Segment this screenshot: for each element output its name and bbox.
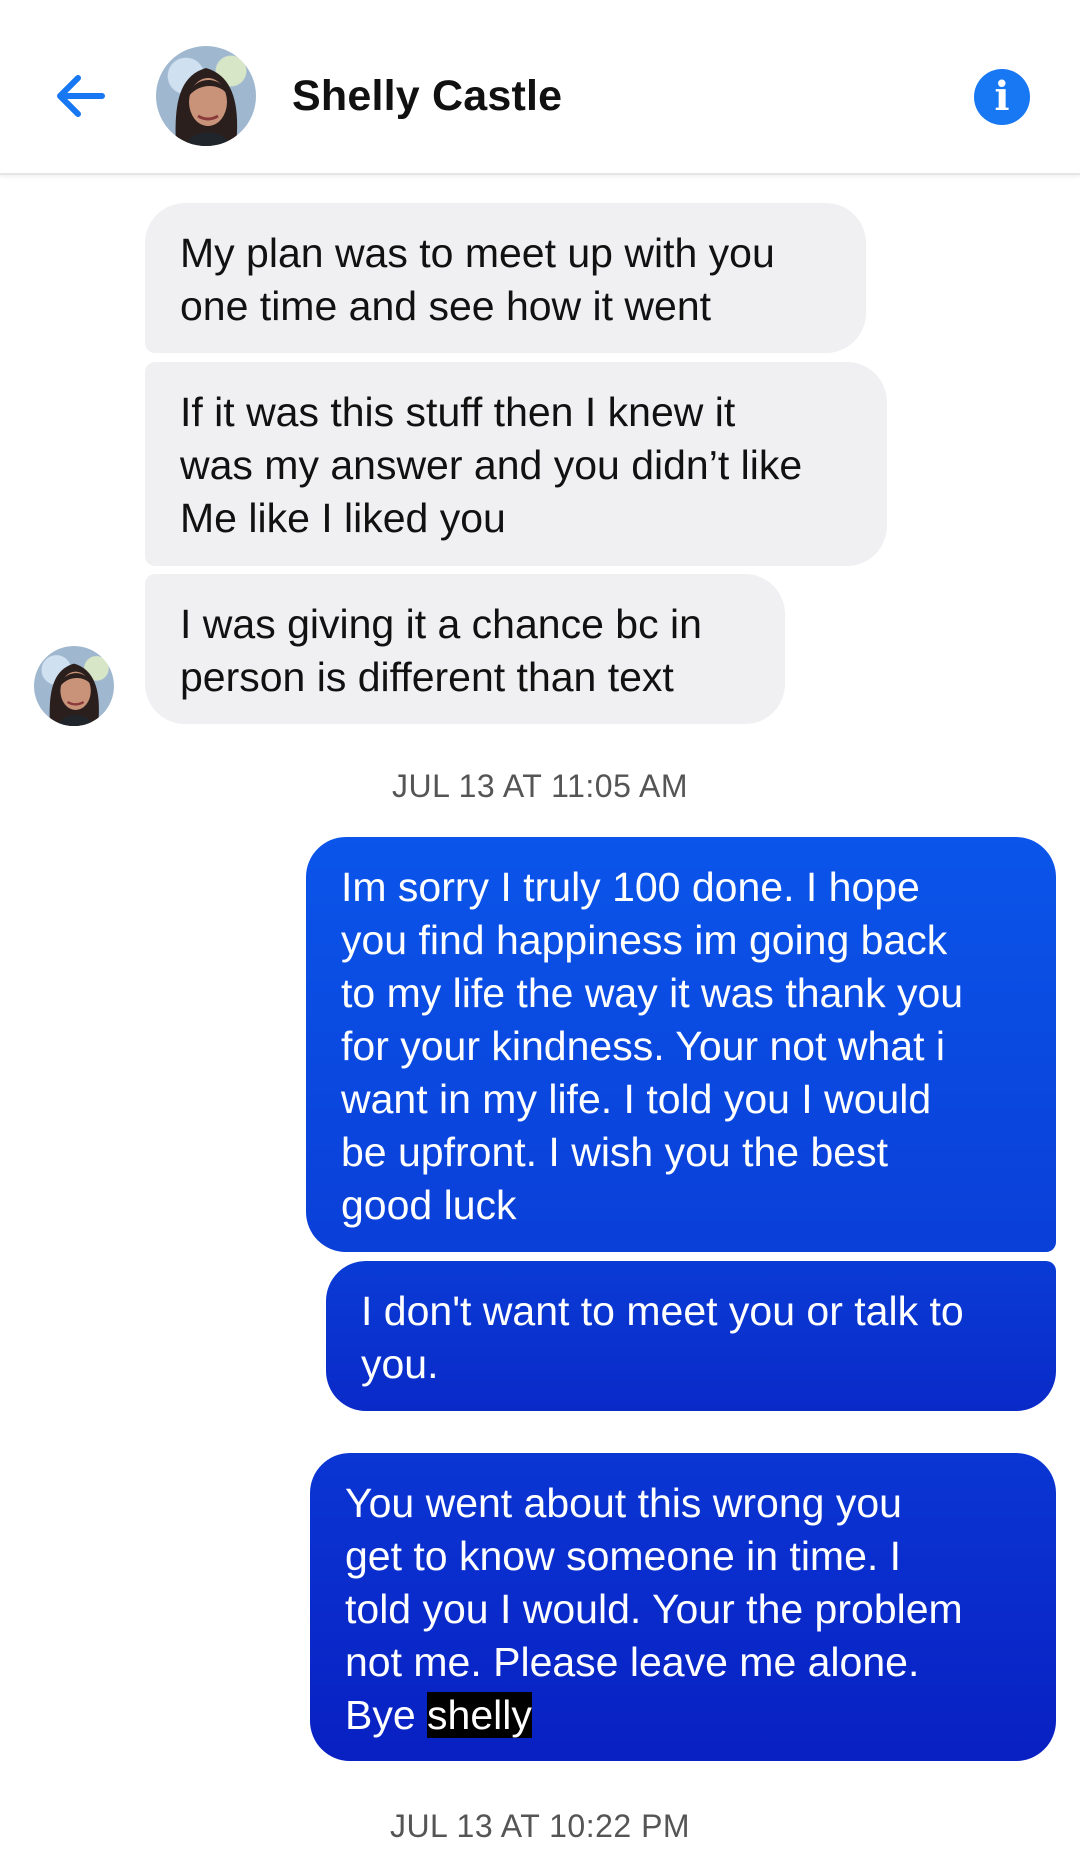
info-icon: i [994,73,1010,120]
conversation-header: Shelly Castle i [0,0,1080,175]
message-timestamp: JUL 13 AT 10:22 PM [389,1808,691,1844]
contact-name[interactable]: Shelly Castle [292,72,562,121]
sender-avatar[interactable] [34,646,114,726]
message-timestamp: JUL 13 AT 11:05 AM [392,768,688,804]
profile-photo [49,663,99,726]
highlighted-text: shelly [427,1692,532,1738]
outgoing-message[interactable]: You went about this wrong you get to kno… [310,1453,1056,1761]
incoming-message[interactable]: If it was this stuff then I knew it was … [145,362,887,566]
outgoing-message[interactable]: I don't want to meet you or talk to you. [326,1261,1056,1411]
incoming-message[interactable]: I was giving it a chance bc in person is… [145,574,785,724]
arrow-left-icon [57,75,105,117]
info-button[interactable]: i [974,69,1030,125]
back-button[interactable] [50,66,110,126]
outgoing-message[interactable]: Im sorry I truly 100 done. I hope you fi… [306,837,1056,1252]
contact-avatar[interactable] [156,46,256,146]
incoming-message[interactable]: My plan was to meet up with you one time… [145,203,866,353]
profile-photo [175,68,238,146]
